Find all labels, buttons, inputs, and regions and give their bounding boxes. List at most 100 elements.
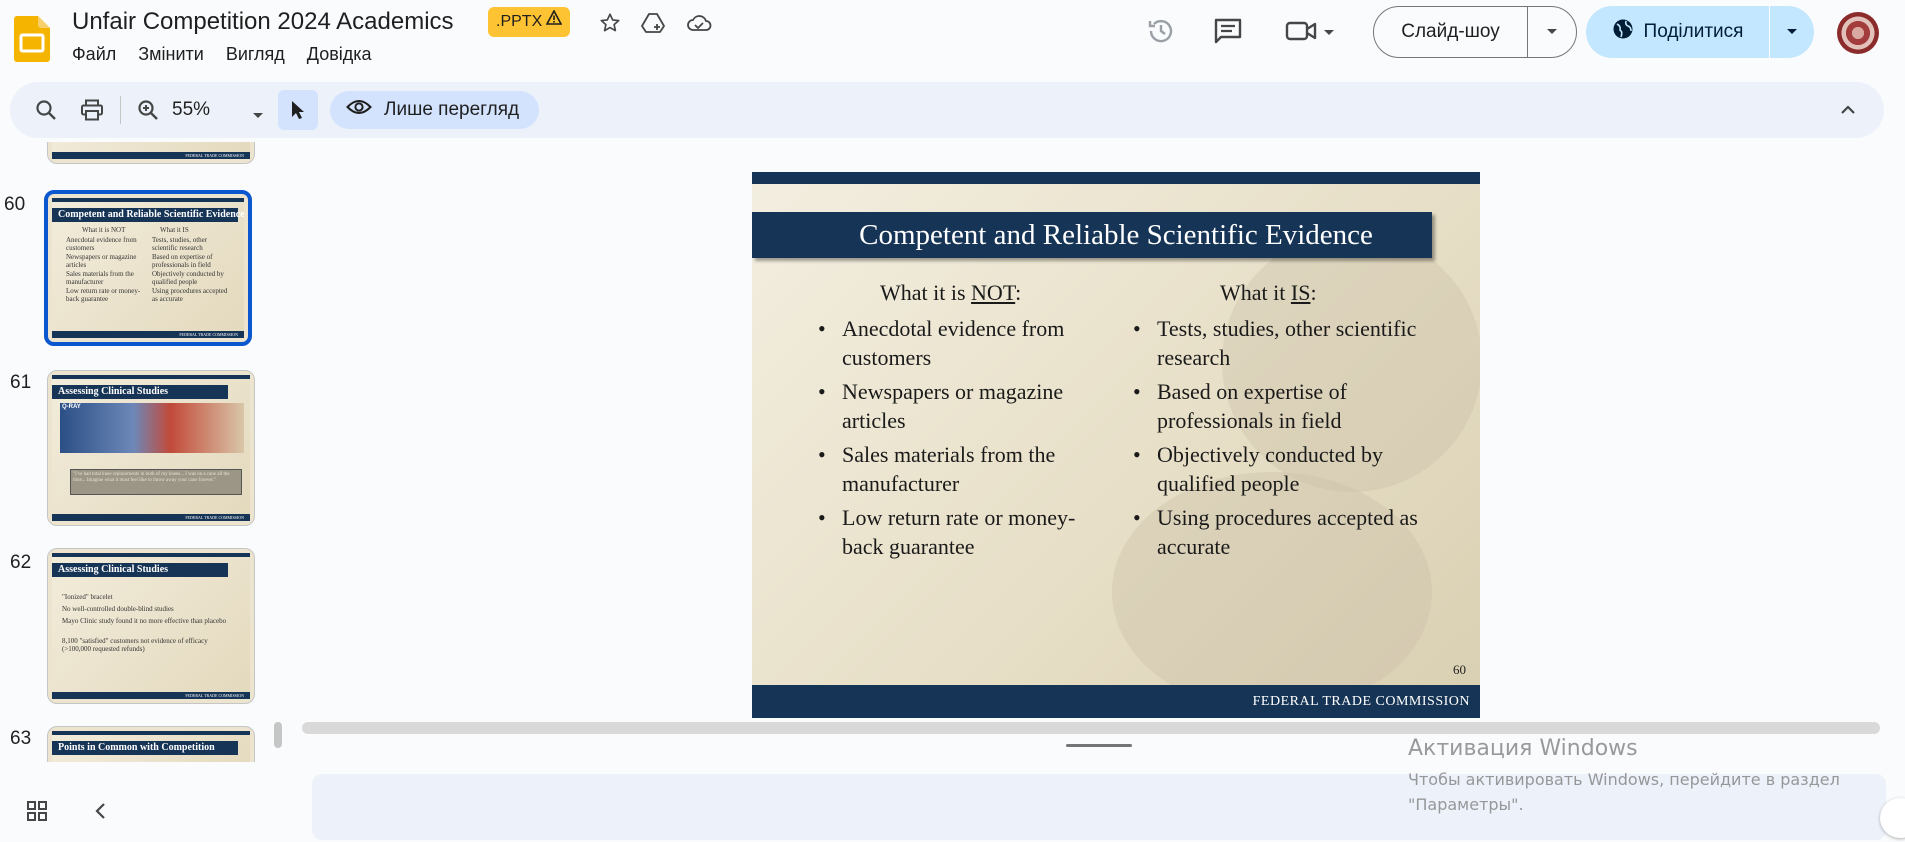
bullet-item: Newspapers or magazine articles: [818, 377, 1108, 435]
right-column-heading: What it IS:: [1220, 280, 1317, 306]
thumb-text: Based on expertise of professionals in f…: [152, 253, 213, 269]
heading-emphasis: IS: [1290, 280, 1311, 305]
search-icon[interactable]: [26, 90, 66, 130]
zoom-in-icon[interactable]: [128, 90, 168, 130]
thumb-text: Low return rate or money-back guarantee: [66, 287, 141, 303]
chevron-down-icon: [1323, 24, 1335, 42]
slide-thumbnail[interactable]: Assessing Clinical Studies Q-RAY "I've h…: [47, 370, 255, 526]
thumb-text: Objectively conducted by qualified peopl…: [152, 270, 224, 286]
bullet-item: Objectively conducted by qualified peopl…: [1133, 440, 1433, 498]
thumb-text: Anecdotal evidence from customers: [66, 236, 137, 252]
share-label: Поділитися: [1643, 21, 1744, 42]
thumb-top-band: [52, 731, 250, 735]
thumb-text: Mayo Clinic study found it no more effec…: [62, 617, 227, 625]
view-only-mode[interactable]: Лише перегляд: [330, 91, 540, 129]
heading-emphasis: NOT: [971, 280, 1016, 305]
thumb-text: Q-RAY: [62, 404, 81, 410]
thumb-text: What it IS: [160, 226, 189, 234]
avatar[interactable]: [1837, 12, 1879, 54]
slide-top-band: [752, 172, 1480, 184]
toolbar: 55% Лише перегляд: [10, 82, 1884, 138]
share-main[interactable]: Поділитися: [1586, 6, 1770, 58]
slide-thumbnail[interactable]: Assessing Clinical Studies "Ionized" bra…: [47, 548, 255, 704]
zoom-select[interactable]: 55%: [172, 99, 210, 121]
cloud-status-icon[interactable]: [684, 8, 714, 38]
file-format-badge[interactable]: .PPTX: [488, 7, 571, 37]
thumb-text: Tests, studies, other scientific researc…: [152, 236, 208, 252]
thumb-title: Competent and Reliable Scientific Eviden…: [52, 208, 244, 222]
comment-icon[interactable]: [1213, 16, 1243, 46]
share-dropdown[interactable]: [1770, 6, 1814, 58]
thumb-footer: FEDERAL TRADE COMMISSION: [52, 514, 250, 521]
left-bullet-list: Anecdotal evidence from customers Newspa…: [818, 314, 1108, 566]
view-only-label: Лише перегляд: [384, 99, 520, 120]
meet-button[interactable]: [1285, 18, 1345, 48]
menu-file[interactable]: Файл: [72, 44, 116, 65]
left-column-heading: What it is NOT:: [880, 280, 1021, 306]
slide-canvas[interactable]: Competent and Reliable Scientific Eviden…: [752, 172, 1480, 718]
thumb-top-band: [52, 553, 250, 557]
zoom-dropdown-icon[interactable]: [252, 107, 264, 125]
slideshow-button[interactable]: Слайд-шоу: [1373, 6, 1577, 58]
filmstrip: FEDERAL TRADE COMMISSION 60 Competent an…: [0, 142, 268, 762]
cursor-icon[interactable]: [278, 90, 318, 130]
heading-text: What it is: [880, 280, 972, 305]
slide-number: 60: [4, 194, 26, 215]
thumb-image: [60, 403, 244, 453]
meet-icon: [1285, 19, 1317, 48]
add-to-drive-icon[interactable]: [638, 8, 668, 38]
slide-number: 61: [10, 372, 32, 393]
slideshow-dropdown[interactable]: [1528, 7, 1576, 57]
menu-help[interactable]: Довідка: [307, 44, 372, 65]
thumb-text: "I've had total knee replacements in bot…: [70, 469, 242, 495]
app-header: Unfair Competition 2024 Academics .PPTX …: [0, 0, 1905, 78]
thumb-top-band: [52, 198, 244, 202]
slides-logo-icon[interactable]: [14, 16, 50, 62]
activation-watermark-text: Чтобы активировать Windows, перейдите в …: [1408, 770, 1840, 789]
bullet-item: Based on expertise of professionals in f…: [1133, 377, 1433, 435]
slide-page-number: 60: [1453, 662, 1466, 677]
document-title[interactable]: Unfair Competition 2024 Academics: [72, 8, 454, 36]
slide-thumbnail[interactable]: Points in Common with Competition: [47, 726, 255, 762]
thumb-footer: FEDERAL TRADE COMMISSION: [52, 692, 250, 699]
thumb-title: Points in Common with Competition: [52, 741, 238, 755]
slideshow-label[interactable]: Слайд-шоу: [1374, 7, 1528, 57]
star-icon[interactable]: [595, 8, 625, 38]
warning-icon: [545, 7, 563, 37]
thumb-title: Assessing Clinical Studies: [52, 385, 228, 399]
slide-number: 63: [10, 728, 32, 749]
chevron-up-icon[interactable]: [1828, 90, 1868, 130]
activation-watermark-title: Активация Windows: [1408, 736, 1638, 761]
slide-footer-text: FEDERAL TRADE COMMISSION: [1252, 694, 1470, 709]
right-bullet-list: Tests, studies, other scientific researc…: [1133, 314, 1433, 566]
bullet-item: Anecdotal evidence from customers: [818, 314, 1108, 372]
eye-icon: [346, 98, 372, 122]
chevron-left-icon[interactable]: [90, 800, 112, 827]
thumb-text: 8,100 "satisfied" customers not evidence…: [62, 637, 208, 653]
slide-thumbnail[interactable]: FEDERAL TRADE COMMISSION: [47, 142, 255, 164]
thumb-title: Assessing Clinical Studies: [52, 563, 228, 577]
activation-watermark-text: "Параметры".: [1408, 795, 1524, 814]
slide-title: Competent and Reliable Scientific Eviden…: [859, 219, 1373, 251]
thumb-footer: FEDERAL TRADE COMMISSION: [52, 331, 244, 338]
filmstrip-scrollbar[interactable]: [274, 722, 282, 748]
heading-colon: :: [1310, 280, 1317, 305]
history-icon[interactable]: [1146, 16, 1176, 46]
thumb-text: Sales materials from the manufacturer: [66, 270, 134, 286]
print-icon[interactable]: [72, 90, 112, 130]
thumb-top-band: [52, 375, 250, 379]
heading-text: What it: [1220, 280, 1291, 305]
menu-view[interactable]: Вигляд: [226, 44, 285, 65]
bullet-item: Using procedures accepted as accurate: [1133, 503, 1433, 561]
horizontal-scrollbar[interactable]: [302, 722, 1880, 734]
globe-icon: [1612, 18, 1634, 46]
menu-bar: Файл Змінити Вигляд Довідка: [72, 44, 372, 65]
bullet-item: Sales materials from the manufacturer: [818, 440, 1108, 498]
menu-edit[interactable]: Змінити: [138, 44, 204, 65]
heading-colon: :: [1015, 280, 1022, 305]
share-button[interactable]: Поділитися: [1586, 6, 1814, 58]
thumb-text: No well-controlled double-blind studies: [62, 605, 174, 613]
slide-thumbnail-selected[interactable]: Competent and Reliable Scientific Eviden…: [44, 190, 252, 346]
notes-resize-handle[interactable]: [1066, 744, 1132, 747]
grid-view-icon[interactable]: [26, 800, 48, 827]
